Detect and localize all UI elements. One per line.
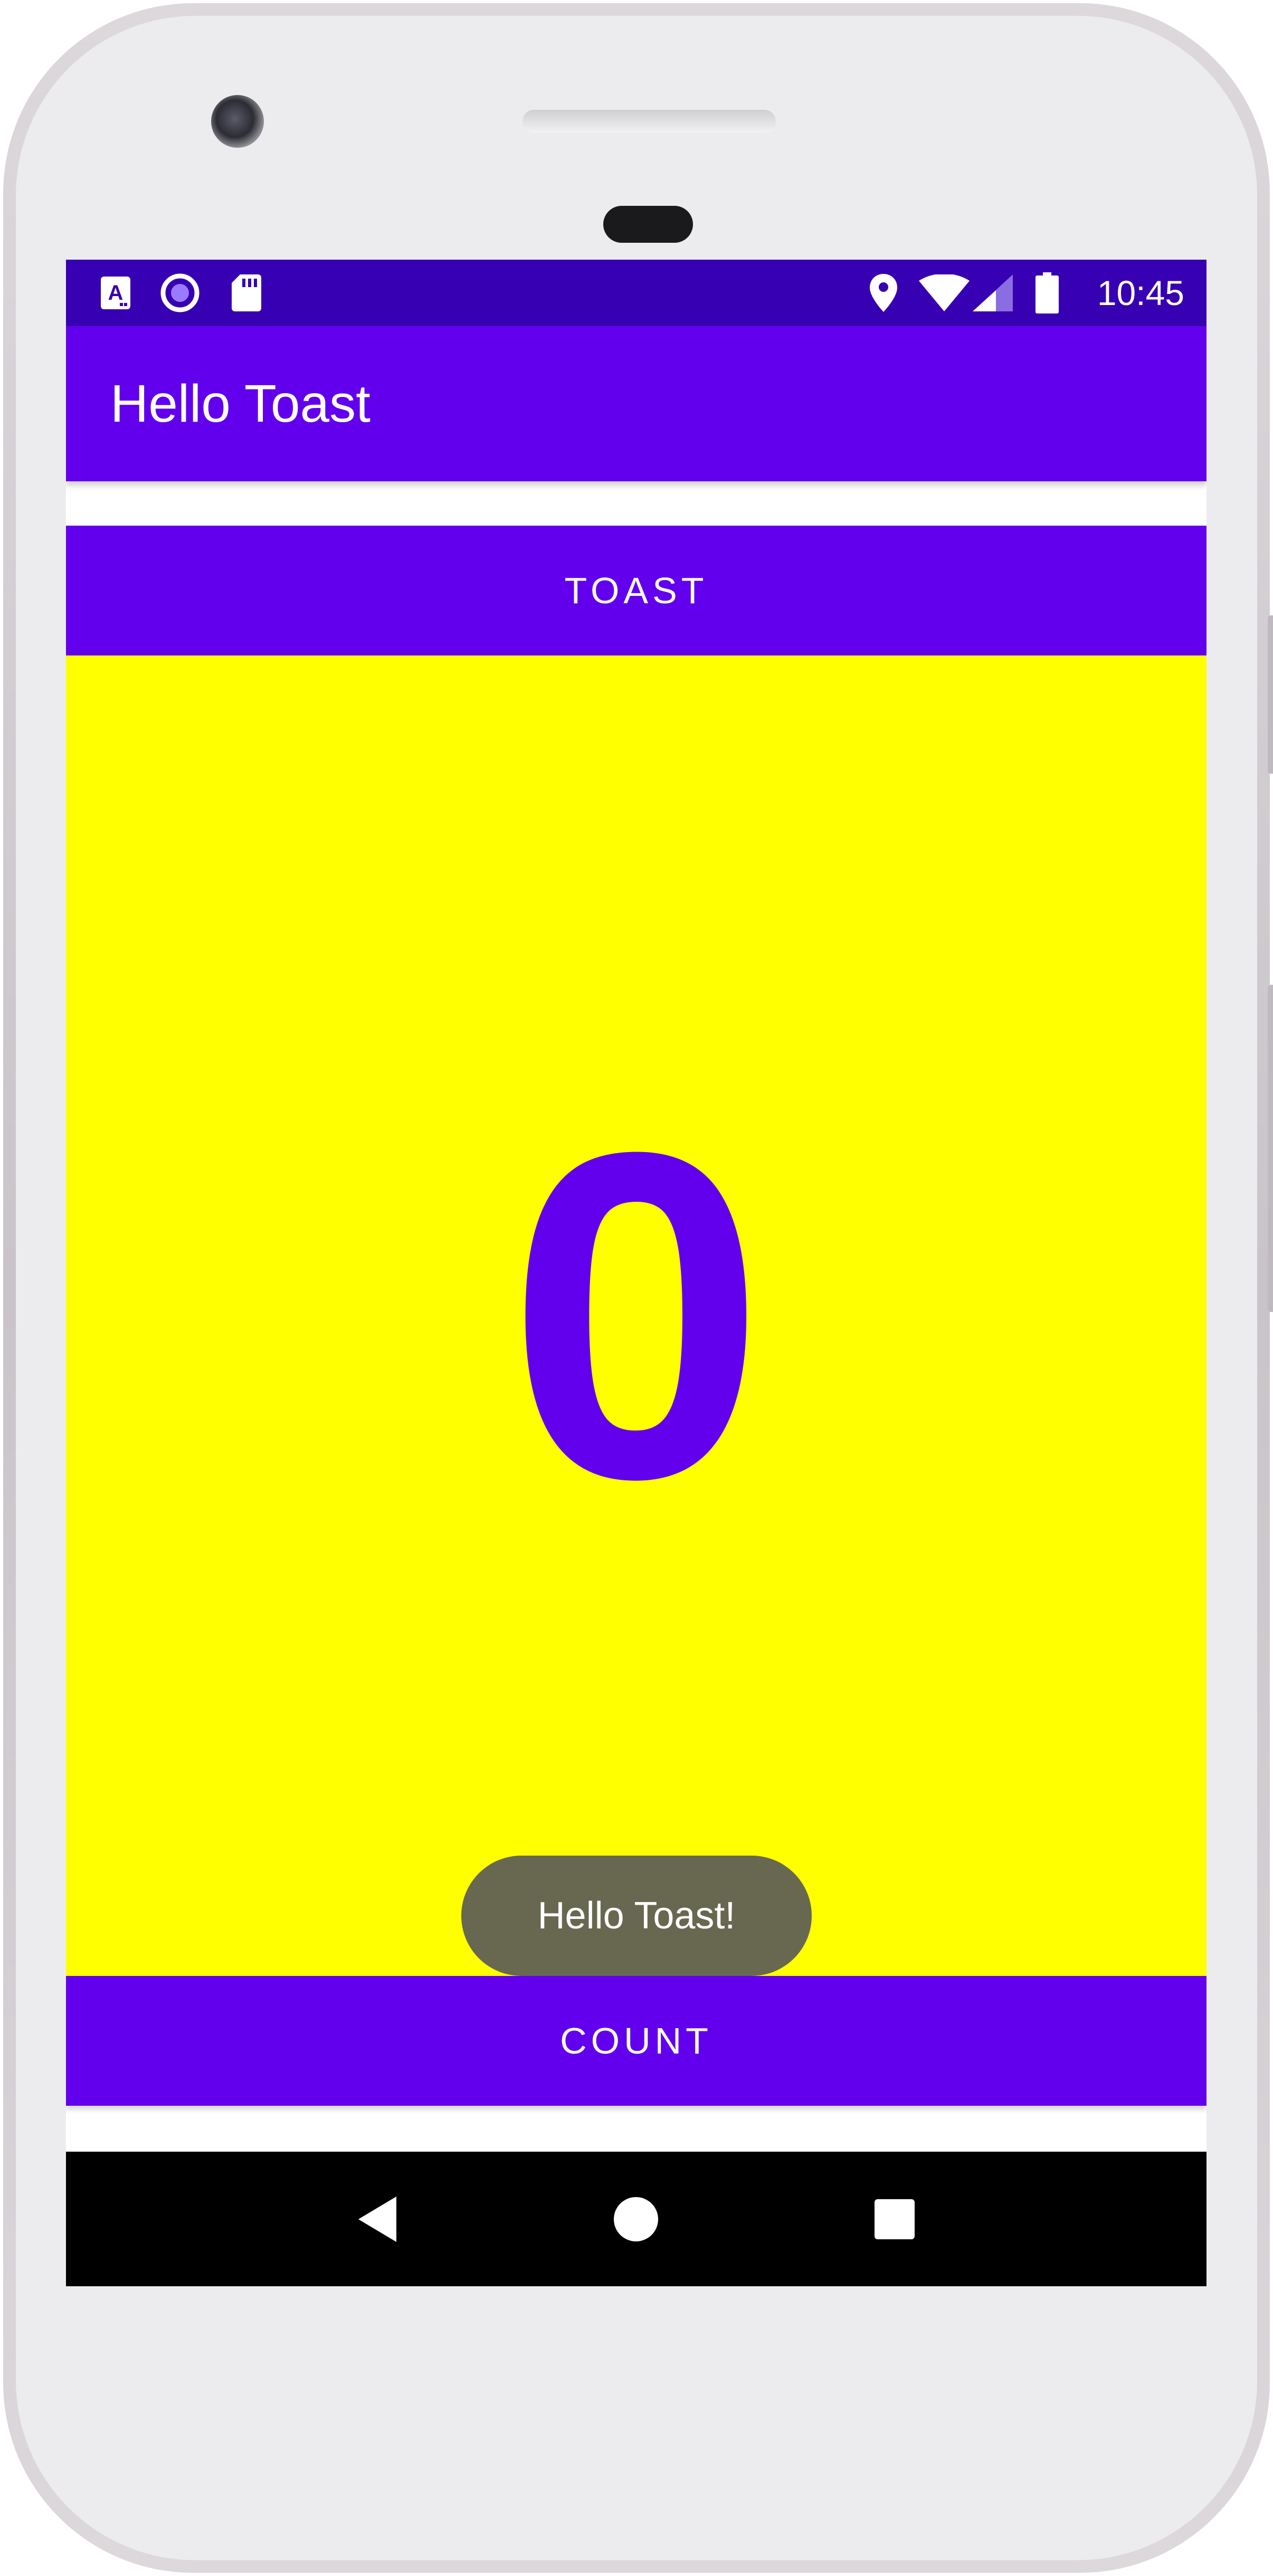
- location-pin-icon: [868, 274, 899, 312]
- phone-frame: A 10:45 Hello Toast TOAST 0 COUNT Hello …: [3, 3, 1273, 2573]
- status-time: 10:45: [1097, 273, 1184, 312]
- power-button: [1268, 615, 1273, 774]
- sd-card-icon: [230, 274, 263, 311]
- wifi-icon: [919, 274, 970, 311]
- count-value: 0: [507, 1056, 766, 1575]
- status-bar: A 10:45: [66, 260, 1206, 326]
- home-icon: [614, 2197, 658, 2241]
- count-button[interactable]: COUNT: [66, 1976, 1206, 2106]
- device-screen: A 10:45 Hello Toast TOAST 0 COUNT Hello …: [66, 260, 1206, 2286]
- navigation-bar: [66, 2152, 1206, 2286]
- app-title: Hello Toast: [110, 374, 370, 433]
- recents-icon: [875, 2199, 915, 2239]
- toast-button[interactable]: TOAST: [66, 526, 1206, 655]
- recents-button[interactable]: [847, 2152, 942, 2286]
- svg-text:A: A: [108, 281, 124, 305]
- proximity-sensor: [603, 206, 693, 243]
- cell-signal-icon: [972, 274, 1014, 311]
- front-camera: [211, 95, 264, 148]
- earpiece-speaker: [522, 110, 776, 133]
- circle-record-icon: [159, 273, 201, 312]
- volume-button: [1268, 985, 1273, 1312]
- back-button[interactable]: [330, 2152, 425, 2286]
- toast-message: Hello Toast!: [461, 1856, 812, 1976]
- home-button[interactable]: [588, 2152, 683, 2286]
- count-display-area: 0: [66, 655, 1206, 1976]
- accessibility-a-icon: A: [99, 275, 132, 310]
- back-icon: [358, 2196, 396, 2242]
- battery-icon: [1034, 272, 1060, 313]
- app-bar: Hello Toast: [66, 326, 1206, 481]
